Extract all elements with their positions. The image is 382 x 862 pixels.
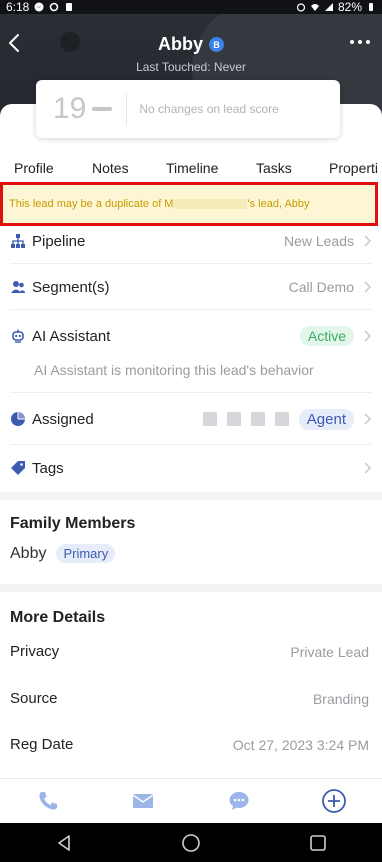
email-button[interactable]	[129, 787, 157, 815]
family-member-item[interactable]: Abby Primary	[10, 544, 116, 563]
lead-score-status: No changes on lead score	[139, 102, 279, 116]
call-button[interactable]	[34, 787, 62, 815]
signal-icon	[324, 3, 333, 11]
lead-content: Profile Notes Timeline Tasks Properti Th…	[0, 104, 382, 780]
duplicate-warning-text: This lead may be a duplicate of M's lead…	[9, 198, 310, 210]
tags-row[interactable]: Tags	[0, 456, 382, 480]
assigned-row[interactable]: Assigned Agent	[0, 405, 382, 433]
users-icon	[10, 279, 26, 295]
section-divider	[0, 584, 382, 592]
redacted-agent-name	[202, 412, 289, 426]
divider	[10, 309, 372, 310]
source-value: Branding	[312, 690, 369, 707]
chevron-right-icon	[364, 281, 371, 293]
plus-circle-icon	[322, 789, 347, 813]
tab-tasks[interactable]: Tasks	[256, 160, 292, 176]
wifi-icon	[310, 4, 319, 11]
ai-status-badge: Active	[299, 326, 354, 346]
battery-percent: 82%	[337, 0, 362, 14]
chevron-right-icon	[364, 330, 371, 342]
section-divider	[0, 492, 382, 500]
lead-score-card[interactable]: 19 No changes on lead score	[36, 80, 340, 138]
reg-date-label: Reg Date	[10, 736, 74, 753]
family-members-title: Family Members	[10, 515, 136, 532]
system-back-icon[interactable]	[54, 833, 74, 853]
lead-name-row: Abby B	[0, 34, 382, 55]
chat-icon	[229, 792, 249, 810]
lead-score-value: 19	[53, 92, 87, 125]
mail-icon	[132, 794, 154, 808]
hierarchy-icon	[10, 233, 26, 249]
pipeline-label: Pipeline	[32, 232, 86, 250]
source-label: Source	[10, 690, 58, 707]
chevron-right-icon	[364, 462, 371, 474]
system-home-icon[interactable]	[181, 833, 201, 853]
segments-row[interactable]: Segment(s) Call Demo	[0, 274, 382, 300]
tab-profile[interactable]: Profile	[14, 160, 54, 176]
redacted-name	[173, 199, 248, 210]
sync-icon	[50, 2, 59, 12]
robot-icon	[10, 328, 26, 344]
ai-assistant-row[interactable]: AI Assistant Active	[0, 322, 382, 350]
messenger-icon	[34, 2, 44, 12]
status-bar: 6:18 82%	[0, 0, 382, 14]
ai-assistant-label: AI Assistant	[32, 327, 111, 345]
battery-icon	[369, 3, 373, 11]
more-options-icon[interactable]	[348, 36, 372, 48]
primary-badge: Primary	[56, 544, 116, 563]
pipeline-value: New Leads	[283, 233, 354, 249]
pie-chart-icon	[10, 411, 26, 427]
lead-name: Abby	[158, 34, 203, 54]
tab-timeline[interactable]: Timeline	[166, 160, 218, 176]
duplicate-warning-banner[interactable]: This lead may be a duplicate of M's lead…	[0, 182, 378, 226]
score-trend-flat-icon	[92, 107, 113, 111]
system-navigation-bar	[0, 823, 382, 862]
tab-notes[interactable]: Notes	[92, 160, 129, 176]
reg-date-row[interactable]: Reg Date Oct 27, 2023 3:24 PM	[10, 736, 369, 753]
tab-properties[interactable]: Properti	[329, 160, 378, 176]
family-member-name: Abby	[10, 544, 47, 562]
action-bar	[0, 778, 382, 823]
ai-assistant-description: AI Assistant is monitoring this lead's b…	[34, 362, 314, 378]
add-button[interactable]	[320, 787, 348, 815]
assigned-label: Assigned	[32, 410, 94, 428]
reg-date-value: Oct 27, 2023 3:24 PM	[232, 736, 369, 753]
privacy-value: Private Lead	[290, 643, 369, 660]
privacy-row[interactable]: Privacy Private Lead	[10, 643, 369, 660]
alarm-icon	[296, 3, 306, 12]
segments-value: Call Demo	[288, 279, 354, 295]
privacy-label: Privacy	[10, 643, 60, 660]
chevron-right-icon	[364, 413, 371, 425]
phone-icon	[39, 792, 57, 810]
divider	[10, 263, 372, 264]
more-details-title: More Details	[10, 609, 106, 626]
tag-icon	[10, 460, 26, 476]
last-touched: Last Touched: Never	[136, 60, 246, 74]
source-row[interactable]: Source Branding	[10, 690, 369, 707]
message-button[interactable]	[225, 787, 253, 815]
chevron-right-icon	[364, 235, 371, 247]
divider	[10, 392, 372, 393]
tags-label: Tags	[32, 459, 64, 477]
assigned-role-badge: Agent	[298, 408, 354, 430]
status-time: 6:18	[6, 0, 30, 14]
segments-label: Segment(s)	[32, 278, 110, 296]
lead-badge: B	[209, 37, 224, 52]
score-separator	[126, 93, 128, 125]
system-recents-icon[interactable]	[308, 833, 328, 853]
divider	[10, 444, 372, 445]
pipeline-row[interactable]: Pipeline New Leads	[0, 228, 382, 254]
lock-icon	[66, 3, 73, 11]
